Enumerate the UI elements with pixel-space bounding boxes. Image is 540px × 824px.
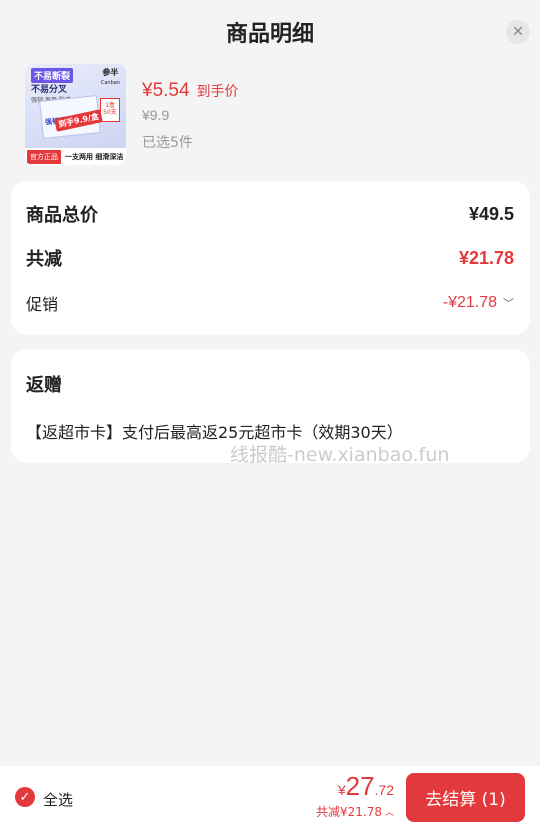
watermark: 线报酷-new.xianbao.fun — [230, 444, 450, 466]
final-price: ¥5.54 — [142, 80, 190, 101]
image-tag-2: 不易分叉 — [31, 85, 68, 95]
close-icon[interactable]: ✕ — [506, 20, 530, 44]
price-summary-card: 商品总价 ¥49.5 共减 ¥21.78 促销 -¥21.78 ﹀ — [11, 181, 530, 335]
promo-row[interactable]: 促销 -¥21.78 ﹀ — [26, 291, 514, 315]
header: 商品明细 ✕ — [0, 0, 540, 64]
slogan: 一支两用 细滑深洁 — [65, 152, 124, 161]
reduce-row: 共减 ¥21.78 — [26, 245, 514, 271]
selected-count: 已选5件 — [142, 135, 193, 151]
pay-total: ¥ 27 .72 — [316, 771, 394, 802]
promo-amount: -¥21.78 — [442, 294, 497, 311]
total-label: 商品总价 — [26, 205, 98, 226]
promo-label: 促销 — [26, 295, 59, 314]
official-badge: 官方正品 — [27, 149, 61, 164]
select-all-label[interactable]: 全选 — [43, 789, 73, 810]
original-price: ¥9.9 — [142, 107, 170, 123]
gift-title: 返赠 — [26, 375, 62, 396]
image-footer: 官方正品 一支两用 细滑深洁 — [25, 148, 126, 165]
checkout-bar: ✓ 全选 ¥ 27 .72 共减¥21.78 ︿ 去结算 (1) — [0, 766, 540, 824]
page-title: 商品明细 — [225, 22, 314, 47]
brand-logo: 参半 Canban — [100, 68, 120, 86]
reduce-summary[interactable]: 共减¥21.78 ︿ — [316, 803, 394, 820]
promo-value[interactable]: -¥21.78 ﹀ — [443, 294, 514, 312]
reduce-text: 共减¥21.78 — [315, 805, 382, 819]
currency-symbol: ¥ — [337, 782, 346, 798]
chevron-up-icon[interactable]: ︿ — [385, 805, 394, 818]
checkout-button[interactable]: 去结算 (1) — [406, 773, 525, 822]
total-value: ¥49.5 — [468, 203, 514, 224]
final-price-label: 到手价 — [196, 84, 239, 100]
product-image[interactable]: 不易断裂 不易分叉 强韧 再用 防缠 参半 Canban 强韧顺滑 1盒 50支… — [25, 64, 126, 165]
total-row: 商品总价 ¥49.5 — [26, 201, 514, 227]
total-block: ¥ 27 .72 共减¥21.78 ︿ — [316, 771, 394, 820]
reduce-label: 共减 — [26, 249, 62, 270]
package-badge: 1盒 50支 — [100, 98, 120, 122]
reduce-value: ¥21.78 — [458, 247, 514, 268]
chevron-down-icon[interactable]: ﹀ — [503, 295, 514, 311]
checkbox-checked-icon[interactable]: ✓ — [15, 787, 35, 807]
product-item: 不易断裂 不易分叉 强韧 再用 防缠 参半 Canban 强韧顺滑 1盒 50支… — [25, 64, 515, 168]
total-decimal: .72 — [374, 782, 394, 798]
total-integer: 27 — [345, 771, 375, 801]
image-tag-1: 不易断裂 — [31, 68, 74, 83]
price-row: ¥5.54 到手价 — [142, 80, 239, 102]
